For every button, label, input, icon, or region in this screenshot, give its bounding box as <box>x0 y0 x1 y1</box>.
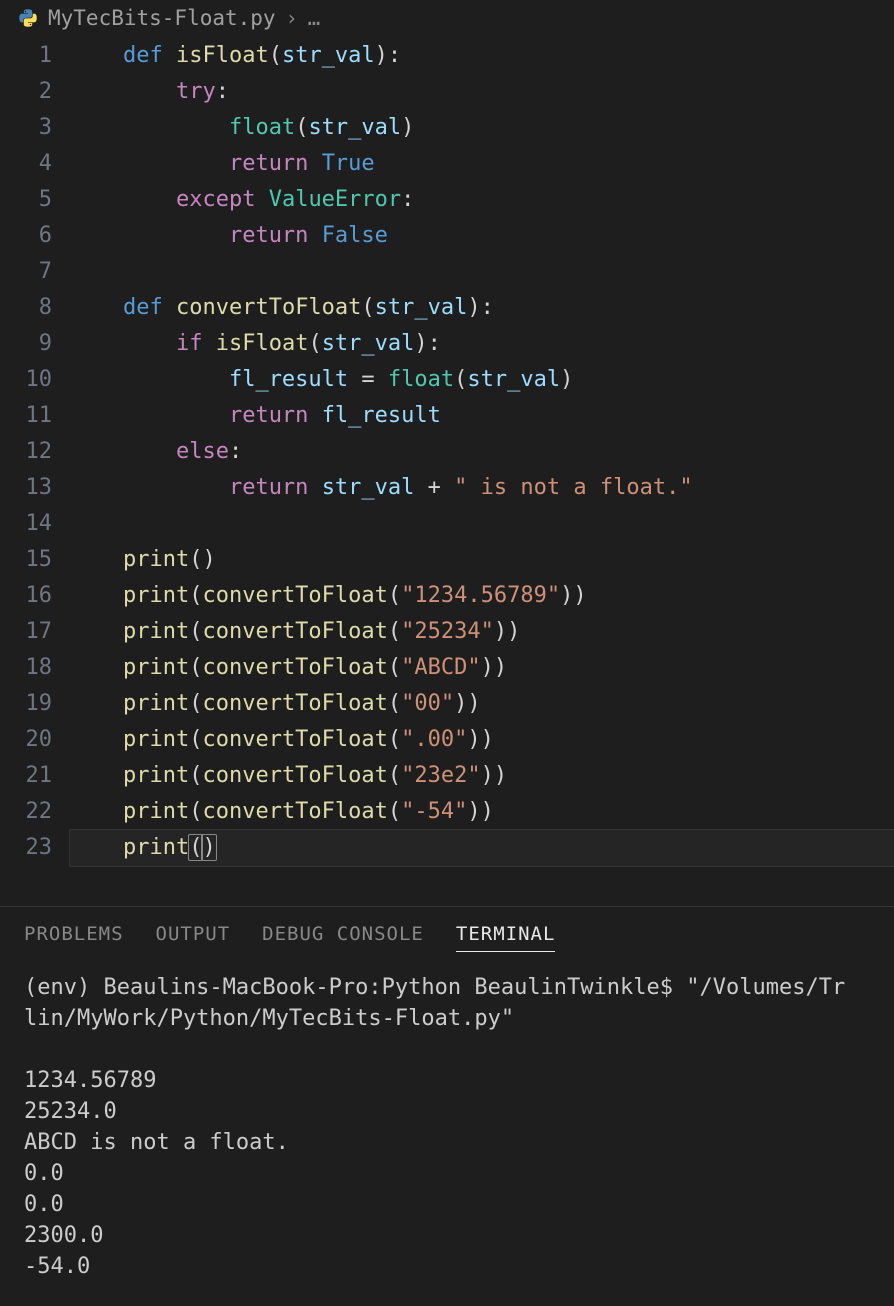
line-number: 14 <box>0 506 52 542</box>
panel-tabs: PROBLEMS OUTPUT DEBUG CONSOLE TERMINAL <box>0 907 894 960</box>
code-line[interactable]: print(convertToFloat("23e2")) <box>70 758 894 794</box>
python-icon <box>18 8 38 28</box>
breadcrumb-ellipsis[interactable]: … <box>308 6 321 30</box>
code-line[interactable]: print(convertToFloat(".00")) <box>70 722 894 758</box>
code-line[interactable]: print(convertToFloat("25234")) <box>70 614 894 650</box>
terminal-output[interactable]: (env) Beaulins-MacBook-Pro:Python Beauli… <box>0 960 894 1294</box>
chevron-right-icon: › <box>286 6 298 30</box>
line-number: 12 <box>0 434 52 470</box>
code-line[interactable]: return str_val + " is not a float." <box>70 470 894 506</box>
code-line[interactable]: print() <box>70 542 894 578</box>
code-editor[interactable]: 1234567891011121314151617181920212223 de… <box>0 38 894 906</box>
line-number: 8 <box>0 290 52 326</box>
code-line[interactable]: return False <box>70 218 894 254</box>
line-number-gutter: 1234567891011121314151617181920212223 <box>0 38 70 906</box>
line-number: 17 <box>0 614 52 650</box>
line-number: 10 <box>0 362 52 398</box>
code-line[interactable]: def isFloat(str_val): <box>70 38 894 74</box>
code-line[interactable]: return fl_result <box>70 398 894 434</box>
line-number: 16 <box>0 578 52 614</box>
code-line[interactable]: print(convertToFloat("00")) <box>70 686 894 722</box>
line-number: 6 <box>0 218 52 254</box>
code-line[interactable]: print() <box>70 830 894 866</box>
line-number: 13 <box>0 470 52 506</box>
code-line[interactable]: return True <box>70 146 894 182</box>
line-number: 15 <box>0 542 52 578</box>
code-line[interactable]: try: <box>70 74 894 110</box>
tab-problems[interactable]: PROBLEMS <box>24 923 124 952</box>
line-number: 5 <box>0 182 52 218</box>
line-number: 21 <box>0 758 52 794</box>
line-number: 2 <box>0 74 52 110</box>
tab-output[interactable]: OUTPUT <box>156 923 231 952</box>
breadcrumb-filename[interactable]: MyTecBits-Float.py <box>48 6 276 30</box>
line-number: 19 <box>0 686 52 722</box>
code-line[interactable]: except ValueError: <box>70 182 894 218</box>
line-number: 18 <box>0 650 52 686</box>
tab-debug-console[interactable]: DEBUG CONSOLE <box>262 923 424 952</box>
code-line[interactable]: def convertToFloat(str_val): <box>70 290 894 326</box>
code-line[interactable] <box>70 254 894 290</box>
line-number: 3 <box>0 110 52 146</box>
code-area[interactable]: def isFloat(str_val): try: float(str_val… <box>70 38 894 906</box>
line-number: 23 <box>0 830 52 866</box>
code-line[interactable] <box>70 506 894 542</box>
line-number: 7 <box>0 254 52 290</box>
code-line[interactable]: print(convertToFloat("ABCD")) <box>70 650 894 686</box>
line-number: 9 <box>0 326 52 362</box>
breadcrumb[interactable]: MyTecBits-Float.py › … <box>0 0 894 38</box>
line-number: 4 <box>0 146 52 182</box>
line-number: 20 <box>0 722 52 758</box>
bottom-panel: PROBLEMS OUTPUT DEBUG CONSOLE TERMINAL (… <box>0 907 894 1306</box>
line-number: 22 <box>0 794 52 830</box>
code-line[interactable]: if isFloat(str_val): <box>70 326 894 362</box>
code-line[interactable]: float(str_val) <box>70 110 894 146</box>
code-line[interactable]: else: <box>70 434 894 470</box>
code-line[interactable]: fl_result = float(str_val) <box>70 362 894 398</box>
code-line[interactable]: print(convertToFloat("-54")) <box>70 794 894 830</box>
code-line[interactable]: print(convertToFloat("1234.56789")) <box>70 578 894 614</box>
line-number: 1 <box>0 38 52 74</box>
line-number: 11 <box>0 398 52 434</box>
tab-terminal[interactable]: TERMINAL <box>456 923 556 952</box>
